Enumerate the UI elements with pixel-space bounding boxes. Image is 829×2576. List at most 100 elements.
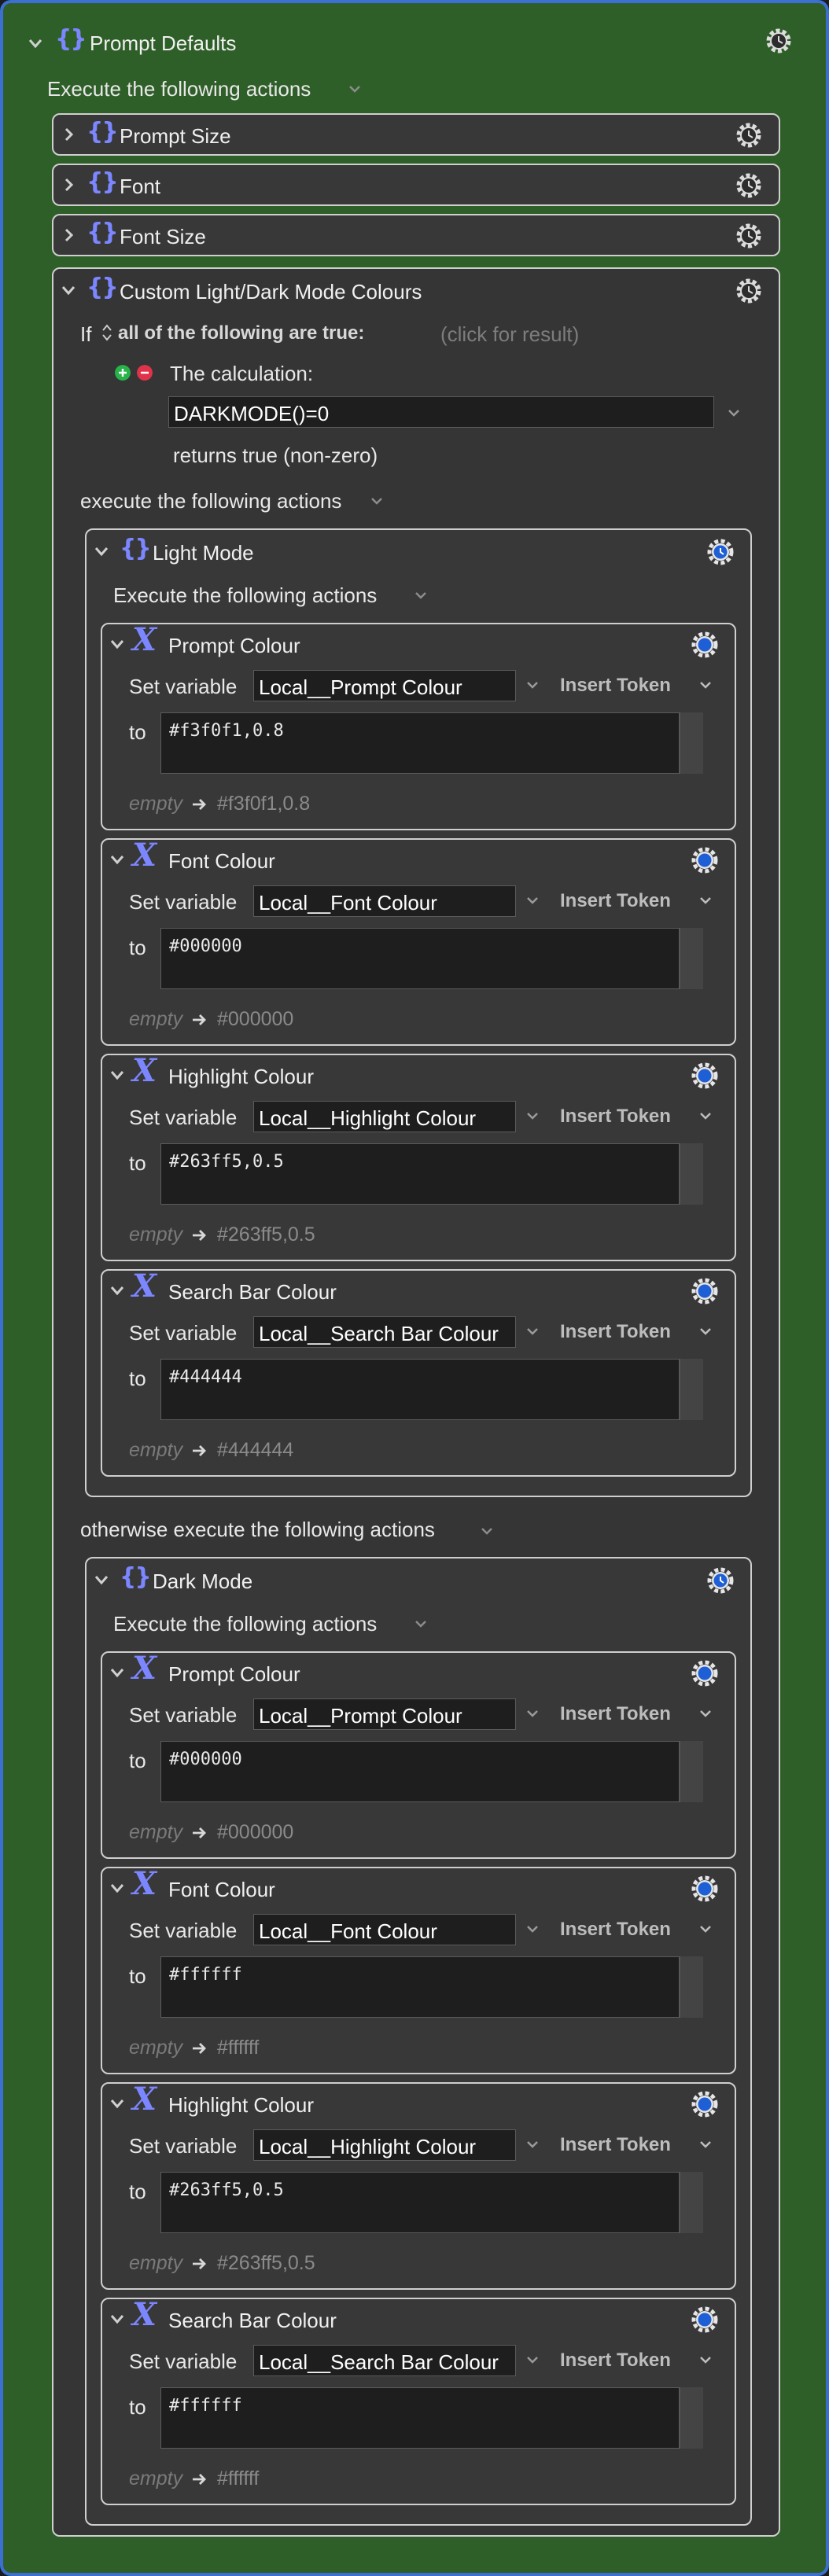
set-variable-action[interactable]: X Font Colour Set variable Local__Font C… [101,1867,736,2074]
chevron-down-icon[interactable] [524,1107,541,1124]
gear-icon[interactable] [689,1060,720,1091]
text-field-scrollbar[interactable] [680,2172,703,2233]
chevron-right-icon[interactable] [60,176,77,193]
value-text-field[interactable]: #263ff5,0.5 [160,2172,680,2233]
insert-token-button[interactable]: Insert Token [560,2350,671,2372]
chevron-down-icon[interactable] [368,492,385,510]
chevron-down-icon[interactable] [697,892,714,909]
chevron-right-icon[interactable] [60,226,77,244]
remove-condition-icon[interactable] [137,365,153,381]
chevron-down-icon[interactable] [27,35,44,52]
gear-clock-icon[interactable] [733,120,765,151]
value-text-field[interactable]: #444444 [160,1359,680,1420]
value-text-field[interactable]: #263ff5,0.5 [160,1143,680,1205]
gear-clock-icon[interactable] [763,25,794,57]
chevron-down-icon[interactable] [524,1920,541,1938]
gear-clock-icon[interactable] [733,220,765,252]
variable-name-field[interactable]: Local__Prompt Colour [253,670,516,701]
chevron-down-icon[interactable] [697,2136,714,2153]
gear-icon[interactable] [689,1658,720,1689]
chevron-down-icon[interactable] [524,892,541,909]
chevron-down-icon[interactable] [697,1705,714,1722]
chevron-down-icon[interactable] [524,2136,541,2153]
insert-token-button[interactable]: Insert Token [560,890,671,912]
gear-clock-icon[interactable] [705,536,736,568]
chevron-down-icon[interactable] [109,1664,126,1681]
text-field-scrollbar[interactable] [680,1741,703,1802]
gear-icon[interactable] [689,1275,720,1307]
text-field-scrollbar[interactable] [680,1956,703,2018]
set-variable-action[interactable]: X Font Colour Set variable Local__Font C… [101,838,736,1046]
insert-token-button[interactable]: Insert Token [560,2134,671,2156]
chevron-down-icon[interactable] [697,2351,714,2368]
chevron-down-icon[interactable] [93,543,110,560]
gear-icon[interactable] [689,629,720,661]
set-variable-action[interactable]: X Highlight Colour Set variable Local__H… [101,2082,736,2290]
value-text-field[interactable]: #000000 [160,1741,680,1802]
set-variable-action[interactable]: X Prompt Colour Set variable Local__Prom… [101,623,736,830]
value-text-field[interactable]: #ffffff [160,2387,680,2449]
insert-token-button[interactable]: Insert Token [560,1106,671,1128]
variable-name-field[interactable]: Local__Font Colour [253,1914,516,1945]
gear-icon[interactable] [689,1873,720,1904]
chevron-down-icon[interactable] [346,80,363,98]
chevron-down-icon[interactable] [478,1522,496,1540]
chevron-down-icon[interactable] [109,1879,126,1897]
chevron-down-icon[interactable] [93,1571,110,1588]
condition-mode-popup[interactable]: all of the following are true: [118,322,364,344]
click-for-result-link[interactable]: (click for result) [440,322,579,347]
insert-token-button[interactable]: Insert Token [560,675,671,697]
text-field-scrollbar[interactable] [680,1359,703,1420]
gear-icon[interactable] [689,845,720,876]
collapsed-group-font[interactable]: {} Font [52,164,780,206]
text-field-scrollbar[interactable] [680,712,703,774]
if-then-else-action[interactable]: {} Custom Light/Dark Mode Colours If all… [52,267,780,2537]
set-variable-action[interactable]: X Search Bar Colour Set variable Local__… [101,1269,736,1477]
chevron-down-icon[interactable] [697,1107,714,1124]
value-text-field[interactable]: #ffffff [160,1956,680,2018]
value-text-field[interactable]: #f3f0f1,0.8 [160,712,680,774]
chevron-right-icon[interactable] [60,126,77,143]
chevron-down-icon[interactable] [109,2310,126,2328]
variable-name-field[interactable]: Local__Font Colour [253,885,516,917]
insert-token-button[interactable]: Insert Token [560,1703,671,1725]
variable-name-field[interactable]: Local__Search Bar Colour [253,2345,516,2376]
text-field-scrollbar[interactable] [680,1143,703,1205]
chevron-down-icon[interactable] [109,635,126,653]
set-variable-action[interactable]: X Search Bar Colour Set variable Local__… [101,2298,736,2505]
gear-icon[interactable] [689,2304,720,2335]
chevron-down-icon[interactable] [725,404,742,421]
chevron-down-icon[interactable] [109,1066,126,1084]
chevron-down-icon[interactable] [697,676,714,694]
collapsed-group-prompt-size[interactable]: {} Prompt Size [52,113,780,156]
chevron-down-icon[interactable] [60,282,77,299]
group-dark-mode[interactable]: {} Dark Mode Execute the following actio… [85,1557,752,2526]
set-variable-action[interactable]: X Highlight Colour Set variable Local__H… [101,1054,736,1261]
variable-name-field[interactable]: Local__Search Bar Colour [253,1316,516,1348]
variable-name-field[interactable]: Local__Prompt Colour [253,1698,516,1730]
variable-name-field[interactable]: Local__Highlight Colour [253,1101,516,1132]
chevron-down-icon[interactable] [524,676,541,694]
insert-token-button[interactable]: Insert Token [560,1919,671,1941]
chevron-down-icon[interactable] [109,2095,126,2112]
set-variable-action[interactable]: X Prompt Colour Set variable Local__Prom… [101,1651,736,1859]
chevron-down-icon[interactable] [412,1615,429,1632]
value-text-field[interactable]: #000000 [160,928,680,989]
stepper-updown-icon[interactable] [101,322,113,343]
chevron-down-icon[interactable] [524,2351,541,2368]
chevron-down-icon[interactable] [109,851,126,868]
gear-clock-icon[interactable] [705,1565,736,1596]
gear-clock-icon[interactable] [733,275,765,307]
chevron-down-icon[interactable] [524,1323,541,1340]
text-field-scrollbar[interactable] [680,928,703,989]
calculation-field[interactable]: DARKMODE()=0 [168,396,714,428]
chevron-down-icon[interactable] [524,1705,541,1722]
chevron-down-icon[interactable] [109,1282,126,1299]
insert-token-button[interactable]: Insert Token [560,1321,671,1343]
gear-clock-icon[interactable] [733,170,765,201]
macro-group-prompt-defaults[interactable]: {} Prompt Defaults Execute the following… [0,0,829,2576]
group-light-mode[interactable]: {} Light Mode Execute the following acti… [85,528,752,1497]
add-condition-icon[interactable] [115,365,131,381]
collapsed-group-font-size[interactable]: {} Font Size [52,214,780,256]
chevron-down-icon[interactable] [697,1920,714,1938]
